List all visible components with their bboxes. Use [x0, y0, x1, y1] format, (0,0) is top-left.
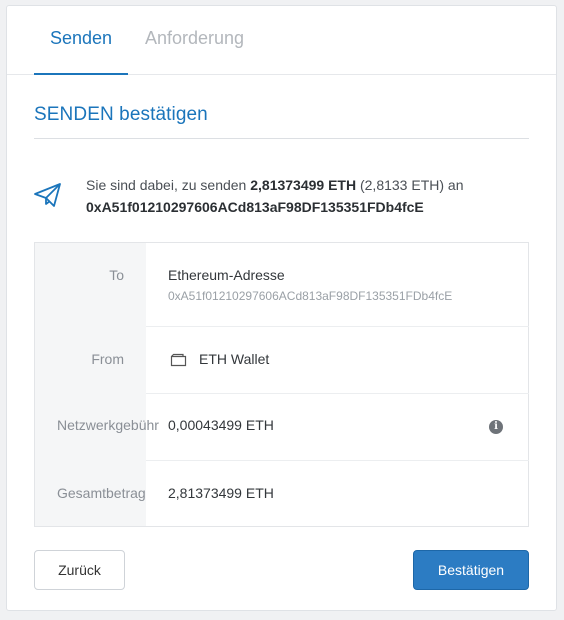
active-tab-indicator	[34, 73, 128, 75]
total-label: Gesamtbetrag	[57, 485, 146, 501]
summary-converted: (2,8133 ETH) an	[356, 177, 464, 193]
summary-amount: 2,81373499 ETH	[250, 177, 357, 193]
confirm-button[interactable]: Bestätigen	[413, 550, 529, 590]
total-value: 2,81373499 ETH	[168, 485, 274, 501]
row-divider	[146, 326, 529, 327]
summary-prefix: Sie sind dabei, zu senden	[86, 177, 251, 193]
from-wallet-name: ETH Wallet	[199, 351, 270, 367]
from-label: From	[91, 351, 124, 367]
to-address: 0xA51f01210297606ACd813aF98DF135351FDb4f…	[168, 289, 453, 303]
paper-plane-icon	[34, 183, 61, 207]
tab-request[interactable]: Anforderung	[145, 28, 244, 49]
info-icon[interactable]: i	[489, 420, 503, 434]
section-divider	[34, 138, 529, 139]
to-title: Ethereum-Adresse	[168, 267, 285, 283]
tab-send[interactable]: Senden	[50, 28, 112, 49]
fee-value: 0,00043499 ETH	[166, 417, 274, 433]
fee-label: Netzwerkgebühr	[57, 417, 159, 433]
details-label-column	[35, 243, 146, 526]
summary-recipient-address: 0xA51f01210297606ACd813aF98DF135351FDb4f…	[86, 199, 424, 215]
row-divider	[146, 460, 529, 461]
to-label: To	[109, 267, 124, 283]
back-button[interactable]: Zurück	[34, 550, 125, 590]
section-title: SENDEN bestätigen	[34, 104, 208, 125]
send-summary: Sie sind dabei, zu senden 2,81373499 ETH…	[86, 174, 536, 218]
tab-bar: Senden Anforderung	[7, 6, 556, 75]
transaction-details: To Ethereum-Adresse 0xA51f01210297606ACd…	[34, 242, 529, 527]
wallet-icon	[170, 353, 187, 367]
row-divider	[146, 393, 529, 394]
send-confirmation-card: Senden Anforderung SENDEN bestätigen Sie…	[6, 5, 557, 611]
